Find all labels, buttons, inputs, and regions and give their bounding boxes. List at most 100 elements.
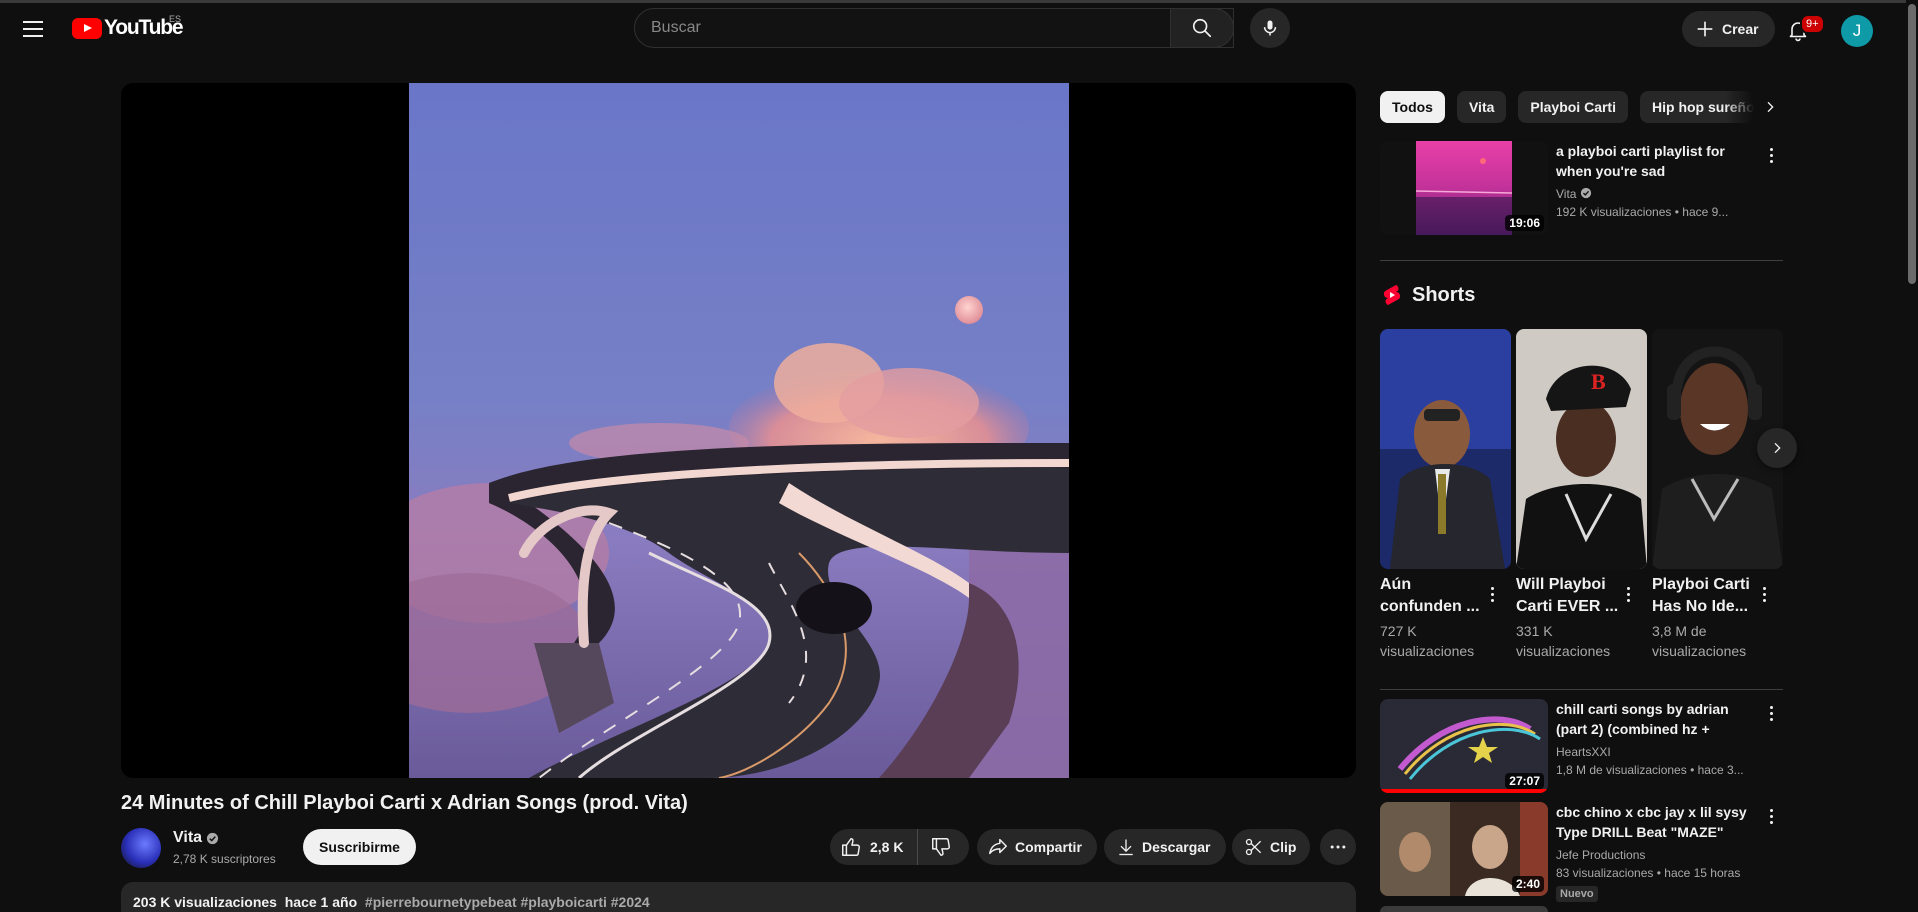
download-icon bbox=[1119, 839, 1133, 856]
shorts-next-button[interactable] bbox=[1757, 428, 1797, 468]
more-actions-button[interactable] bbox=[1320, 829, 1356, 865]
notification-count-badge: 9+ bbox=[1800, 14, 1825, 34]
description-box[interactable]: 203 K visualizaciones hace 1 año #pierre… bbox=[121, 882, 1356, 912]
scissors-icon bbox=[1245, 838, 1262, 856]
short-views: 727 K visualizaciones bbox=[1380, 621, 1500, 661]
video-title-link[interactable]: chill carti songs by adrian (part 2) (co… bbox=[1556, 699, 1756, 739]
new-badge: Nuevo bbox=[1556, 886, 1598, 902]
video-player[interactable] bbox=[121, 83, 1356, 778]
video-views: 192 K visualizaciones bbox=[1556, 205, 1672, 219]
plus-icon bbox=[1697, 21, 1713, 37]
video-menu-button[interactable] bbox=[1763, 703, 1779, 723]
video-title: 24 Minutes of Chill Playboi Carti x Adri… bbox=[121, 792, 688, 814]
short-views-count: 727 K bbox=[1380, 623, 1417, 639]
share-button[interactable]: Compartir bbox=[977, 829, 1097, 865]
watch-progress-bar bbox=[1380, 789, 1548, 793]
youtube-play-icon bbox=[72, 17, 102, 39]
short-title[interactable]: Playboi Carti Has No Ide... bbox=[1652, 574, 1760, 618]
short-menu-button[interactable] bbox=[1756, 584, 1772, 604]
video-views: 1,8 M de visualizaciones bbox=[1556, 763, 1687, 777]
short-views-unit: visualizaciones bbox=[1652, 643, 1747, 659]
video-still-image bbox=[409, 83, 1069, 778]
video-duration: 27:07 bbox=[1505, 773, 1544, 789]
channel-name[interactable]: Vita bbox=[173, 829, 202, 847]
short-views-count: 3,8 M de bbox=[1652, 623, 1707, 639]
video-thumbnail[interactable]: 19:06 bbox=[1380, 141, 1548, 235]
chip-vita[interactable]: Vita bbox=[1456, 91, 1507, 123]
video-meta: 192 K visualizaciones • hace 9... bbox=[1556, 205, 1729, 219]
video-channel[interactable]: Vita bbox=[1556, 187, 1592, 201]
dislike-button[interactable] bbox=[918, 829, 964, 865]
video-menu-button[interactable] bbox=[1763, 806, 1779, 826]
voice-search-button[interactable] bbox=[1250, 8, 1290, 48]
description-tags[interactable]: #pierrebournetypebeat #playboicarti #202… bbox=[365, 894, 650, 910]
subscribe-button[interactable]: Suscribirme bbox=[303, 829, 416, 865]
video-title-link[interactable]: cbc chino x cbc jay x lil sysy Type DRIL… bbox=[1556, 802, 1756, 842]
short-title[interactable]: Will Playboi Carti EVER ... bbox=[1516, 574, 1624, 618]
chip-todos[interactable]: Todos bbox=[1380, 91, 1445, 123]
video-menu-button[interactable] bbox=[1763, 145, 1779, 165]
section-divider bbox=[1380, 260, 1783, 261]
verified-icon bbox=[1580, 187, 1591, 199]
section-divider bbox=[1380, 689, 1783, 690]
short-views-count: 331 K bbox=[1516, 623, 1553, 639]
video-frame bbox=[409, 83, 1069, 778]
video-duration: 2:40 bbox=[1511, 876, 1544, 892]
video-meta: 83 visualizaciones • hace 15 horas bbox=[1556, 866, 1741, 880]
video-title-link[interactable]: a playboi carti playlist for when you're… bbox=[1556, 141, 1756, 181]
like-count: 2,8 K bbox=[870, 839, 904, 855]
verified-icon bbox=[206, 832, 219, 845]
thumbs-down-icon bbox=[932, 838, 951, 856]
create-label: Crear bbox=[1722, 21, 1759, 37]
short-title[interactable]: Aún confunden ... bbox=[1380, 574, 1488, 618]
clip-button[interactable]: Clip bbox=[1232, 829, 1311, 865]
download-button[interactable]: Descargar bbox=[1104, 829, 1226, 865]
video-channel-name[interactable]: Jefe Productions bbox=[1556, 848, 1645, 862]
like-dislike-group: 2,8 K bbox=[830, 829, 969, 865]
short-views-unit: visualizaciones bbox=[1380, 643, 1475, 659]
account-avatar[interactable]: J bbox=[1841, 15, 1873, 47]
youtube-logo[interactable]: YouTube ES bbox=[72, 14, 184, 40]
recommended-video[interactable]: 19:06 a playboi carti playlist for when … bbox=[1380, 141, 1783, 235]
search-icon bbox=[1192, 18, 1212, 38]
share-arrow-icon bbox=[989, 838, 1007, 855]
recommended-video[interactable]: 27:07 chill carti songs by adrian (part … bbox=[1380, 699, 1783, 793]
short-views: 3,8 M de visualizaciones bbox=[1652, 621, 1772, 661]
video-thumbnail[interactable]: 27:07 bbox=[1380, 699, 1548, 793]
search-button[interactable] bbox=[1170, 8, 1234, 48]
chip-playboi-carti[interactable]: Playboi Carti bbox=[1518, 91, 1628, 123]
chevron-right-icon bbox=[1767, 101, 1774, 113]
more-horizontal-icon bbox=[1330, 845, 1346, 849]
chips-next-button[interactable] bbox=[1750, 91, 1790, 123]
subscriber-count: 2,78 K suscriptores bbox=[173, 852, 276, 866]
video-age: hace 3... bbox=[1697, 763, 1744, 777]
shorts-logo-icon bbox=[1383, 285, 1401, 305]
share-label: Compartir bbox=[1015, 839, 1082, 855]
hamburger-icon[interactable] bbox=[20, 18, 46, 38]
create-button[interactable]: Crear bbox=[1682, 11, 1775, 47]
short-thumbnail[interactable] bbox=[1380, 329, 1511, 569]
short-menu-button[interactable] bbox=[1484, 584, 1500, 604]
thumbs-up-icon bbox=[842, 838, 860, 856]
short-views: 331 K visualizaciones bbox=[1516, 621, 1636, 661]
short-thumbnail[interactable]: B bbox=[1516, 329, 1647, 569]
video-views: 83 visualizaciones bbox=[1556, 866, 1654, 880]
video-meta: 1,8 M de visualizaciones • hace 3... bbox=[1556, 763, 1744, 777]
chevron-right-icon bbox=[1774, 442, 1781, 454]
scrollbar-thumb[interactable] bbox=[1908, 4, 1916, 284]
shorts-heading: Shorts bbox=[1382, 283, 1475, 307]
video-channel-name: Vita bbox=[1556, 187, 1577, 201]
short-menu-button[interactable] bbox=[1620, 584, 1636, 604]
video-thumbnail[interactable]: 2:40 bbox=[1380, 802, 1548, 896]
mic-icon bbox=[1263, 20, 1277, 36]
video-channel-name[interactable]: HeartsXXI bbox=[1556, 745, 1611, 759]
next-video-thumbnail-peek bbox=[1380, 906, 1548, 912]
channel-avatar[interactable] bbox=[121, 828, 161, 868]
recommended-video[interactable]: 2:40 cbc chino x cbc jay x lil sysy Type… bbox=[1380, 802, 1783, 902]
description-views: 203 K visualizaciones bbox=[133, 894, 277, 910]
logo-region: ES bbox=[169, 14, 182, 24]
svg-text:B: B bbox=[1591, 369, 1606, 394]
like-button[interactable]: 2,8 K bbox=[830, 829, 919, 865]
chip-hip-hop-sureno[interactable]: Hip hop sureño bbox=[1640, 91, 1754, 123]
search-input[interactable] bbox=[634, 8, 1234, 48]
